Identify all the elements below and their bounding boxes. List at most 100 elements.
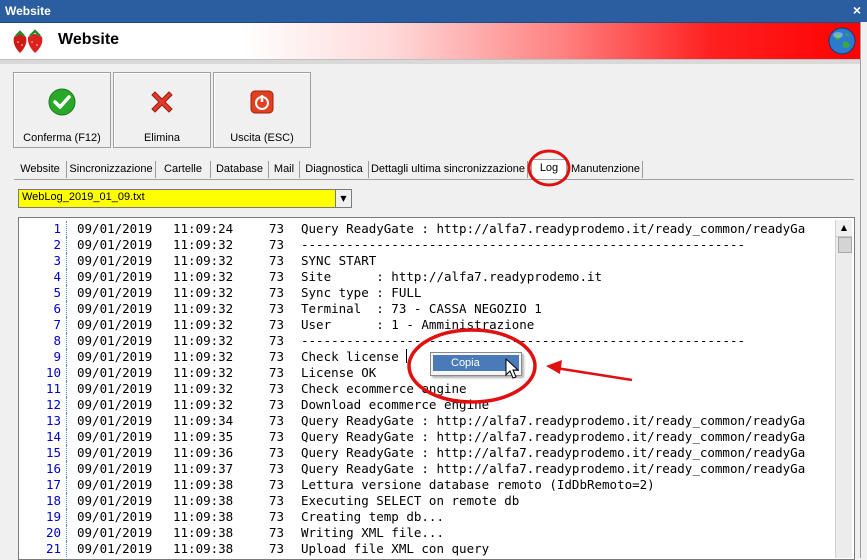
tab-log[interactable]: Log [531,159,567,179]
log-line-number: 9 [53,349,61,364]
log-row: 19 09/01/2019 11:09:38 73 Creating temp db..… [19,509,854,525]
log-gutter-line [66,365,67,381]
log-date: 09/01/2019 [77,509,153,524]
log-vertical-scrollbar[interactable]: ▲ [835,220,852,558]
chevron-down-icon[interactable]: ▼ [335,190,351,207]
power-icon [250,90,274,114]
log-line-number: 10 [45,365,61,380]
window-title-bar: Website × [0,0,867,23]
confirm-button-label: Conferma (F12) [23,132,101,144]
log-message: SYNC START [301,253,377,268]
tab-mail[interactable]: Mail [269,161,300,178]
log-message: Terminal : 73 - CASSA NEGOZIO 1 [301,301,542,316]
log-message: User : 1 - Amministrazione [301,317,535,332]
log-row: 16 09/01/2019 11:09:37 73 Query ReadyGate : … [19,461,854,477]
tab-cartelle[interactable]: Cartelle [156,161,211,178]
log-row: 21 09/01/2019 11:09:38 73 Upload file XML co… [19,541,854,557]
log-message: License OK [301,365,377,380]
log-terminal: 73 [269,269,285,284]
log-terminal: 73 [269,349,285,364]
log-file-select[interactable]: WebLog_2019_01_09.txt ▼ [18,189,352,208]
tab-database[interactable]: Database [211,161,269,178]
strawberry-logo-icon [13,29,43,53]
log-gutter-line [66,285,67,301]
scroll-up-icon[interactable]: ▲ [836,220,852,237]
log-date: 09/01/2019 [77,461,153,476]
log-gutter-line [66,413,67,429]
log-gutter-line [66,237,67,253]
close-button[interactable]: × [853,2,861,18]
tab-manutenzione[interactable]: Manutenzione [569,161,643,178]
confirm-button[interactable]: Conferma (F12) [13,72,111,148]
header-title: Website [58,31,120,48]
log-date: 09/01/2019 [77,317,153,332]
log-row: 5 09/01/2019 11:09:32 73 Sync type : FULL [19,285,854,301]
mouse-pointer-icon [505,358,520,379]
log-message: Query ReadyGate : http://alfa7.readyprod… [301,445,806,460]
log-terminal: 73 [269,525,285,540]
log-row: 14 09/01/2019 11:09:35 73 Query ReadyGate : … [19,429,854,445]
log-terminal: 73 [269,541,285,556]
log-time: 11:09:35 [173,429,234,444]
log-terminal: 73 [269,429,285,444]
log-line-number: 19 [45,509,61,524]
log-time: 11:09:32 [173,317,234,332]
log-time: 11:09:38 [173,509,234,524]
log-time: 11:09:38 [173,477,234,492]
log-gutter-line [66,317,67,333]
tab-diagnostica[interactable]: Diagnostica [300,161,369,178]
log-line-number: 3 [53,253,61,268]
log-gutter-line [66,253,67,269]
log-time: 11:09:32 [173,285,234,300]
log-terminal: 73 [269,285,285,300]
log-gutter-line [66,493,67,509]
log-date: 09/01/2019 [77,381,153,396]
log-time: 11:09:32 [173,253,234,268]
log-date: 09/01/2019 [77,445,153,460]
exit-button[interactable]: Uscita (ESC) [213,72,311,148]
log-date: 09/01/2019 [77,301,153,316]
tab-sincronizzazione[interactable]: Sincronizzazione [67,161,156,178]
log-date: 09/01/2019 [77,269,153,284]
log-message: Query ReadyGate : http://alfa7.readyprod… [301,221,806,236]
log-message: Check ecommerce engine [301,381,467,396]
tab-dettagli-ultima-sincronizzazione[interactable]: Dettagli ultima sincronizzazione [369,161,528,178]
log-line-number: 6 [53,301,61,316]
log-time: 11:09:34 [173,413,234,428]
log-date: 09/01/2019 [77,541,153,556]
delete-button-label: Elimina [143,132,181,144]
log-date: 09/01/2019 [77,253,153,268]
delete-button[interactable]: Elimina [113,72,211,148]
log-line-number: 12 [45,397,61,412]
window-right-edge [860,22,867,558]
log-row: 13 09/01/2019 11:09:34 73 Query ReadyGate : … [19,413,854,429]
log-date: 09/01/2019 [77,413,153,428]
log-terminal: 73 [269,445,285,460]
log-line-number: 13 [45,413,61,428]
log-terminal: 73 [269,333,285,348]
log-time: 11:09:32 [173,333,234,348]
log-gutter-line [66,525,67,541]
log-time: 11:09:38 [173,525,234,540]
log-line-number: 21 [45,541,61,556]
log-message: Lettura versione database remoto (IdDbRe… [301,477,655,492]
log-row: 8 09/01/2019 11:09:32 73 -------------------… [19,333,854,349]
window-title: Website [5,4,51,18]
log-terminal: 73 [269,301,285,316]
log-terminal: 73 [269,221,285,236]
log-date: 09/01/2019 [77,493,153,508]
log-time: 11:09:32 [173,237,234,252]
log-line-number: 2 [53,237,61,252]
log-viewer[interactable]: 1 09/01/2019 11:09:24 73 Query ReadyGate : h… [18,217,855,560]
log-terminal: 73 [269,493,285,508]
log-time: 11:09:38 [173,541,234,556]
log-date: 09/01/2019 [77,429,153,444]
tab-website[interactable]: Website [14,161,67,178]
log-gutter-line [66,269,67,285]
log-file-select-value: WebLog_2019_01_09.txt [22,191,145,203]
scrollbar-thumb[interactable] [838,237,852,253]
log-line-number: 17 [45,477,61,492]
log-terminal: 73 [269,317,285,332]
log-message: ----------------------------------------… [301,333,746,348]
log-row: 6 09/01/2019 11:09:32 73 Terminal : 73 - CAS… [19,301,854,317]
